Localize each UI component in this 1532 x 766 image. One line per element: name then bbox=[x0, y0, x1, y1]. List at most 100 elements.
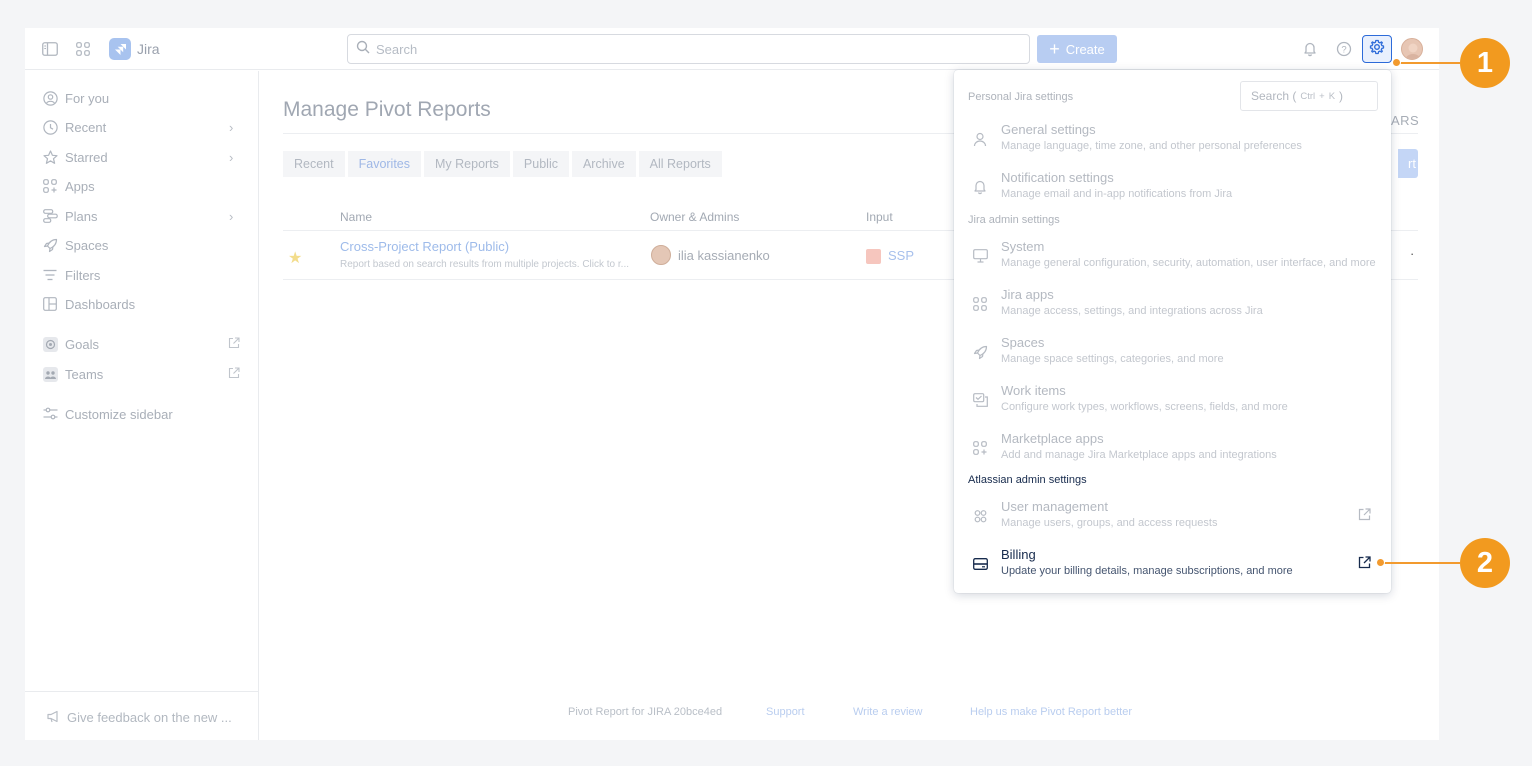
create-label: Create bbox=[1065, 41, 1105, 57]
sidebar-item-filters[interactable]: Filters bbox=[25, 261, 259, 289]
row-more-actions-icon[interactable]: · bbox=[1410, 246, 1414, 261]
user-avatar[interactable] bbox=[1401, 38, 1423, 60]
report-name-link[interactable]: Cross-Project Report (Public) bbox=[340, 239, 509, 254]
menu-item-description: Configure work types, workflows, screens… bbox=[1001, 401, 1288, 413]
give-feedback-button[interactable]: Give feedback on the new ... bbox=[25, 691, 259, 740]
new-report-button-label: rt bbox=[1408, 156, 1416, 171]
menu-item-user-management[interactable]: User management Manage users, groups, an… bbox=[954, 493, 1391, 539]
section-heading-jira-admin: Jira admin settings bbox=[968, 214, 1060, 226]
menu-item-notification-settings[interactable]: Notification settings Manage email and i… bbox=[954, 164, 1391, 210]
menu-item-description: Manage users, groups, and access request… bbox=[1001, 517, 1218, 529]
create-button[interactable]: + Create bbox=[1037, 35, 1117, 63]
help-icon[interactable]: ? bbox=[1334, 39, 1354, 59]
partially-hidden-link[interactable]: ARS bbox=[1391, 113, 1419, 128]
teams-icon bbox=[42, 366, 58, 382]
menu-item-billing[interactable]: Billing Update your billing details, man… bbox=[954, 541, 1391, 587]
search-input[interactable] bbox=[376, 41, 976, 57]
chevron-right-icon[interactable]: › bbox=[229, 120, 233, 135]
menu-item-title: System bbox=[1001, 239, 1045, 254]
users-icon bbox=[971, 507, 989, 525]
person-icon bbox=[971, 130, 989, 148]
jira-logo-icon[interactable] bbox=[109, 38, 131, 60]
menu-item-general-settings[interactable]: General settings Manage language, time z… bbox=[954, 116, 1391, 162]
tab-all-reports[interactable]: All Reports bbox=[638, 151, 722, 177]
sidebar-item-goals[interactable]: Goals bbox=[25, 330, 259, 358]
project-icon bbox=[866, 249, 881, 264]
tab-recent[interactable]: Recent bbox=[283, 151, 345, 177]
sidebar-item-for-you[interactable]: For you bbox=[25, 84, 259, 112]
menu-item-description: Manage general configuration, security, … bbox=[1001, 257, 1376, 269]
input-project-link[interactable]: SSP bbox=[888, 248, 914, 263]
chevron-right-icon[interactable]: › bbox=[229, 209, 233, 224]
sidebar-item-label: Customize sidebar bbox=[65, 407, 173, 422]
menu-item-jira-apps[interactable]: Jira apps Manage access, settings, and i… bbox=[954, 281, 1391, 327]
sidebar-item-plans[interactable]: Plans › bbox=[25, 202, 259, 230]
menu-item-title: General settings bbox=[1001, 122, 1096, 137]
monitor-icon bbox=[971, 247, 989, 265]
menu-item-system[interactable]: System Manage general configuration, sec… bbox=[954, 233, 1391, 279]
sidebar: For you Recent › Starred › Apps Plans › … bbox=[25, 71, 259, 740]
sidebar-item-dashboards[interactable]: Dashboards bbox=[25, 290, 259, 318]
new-report-button[interactable]: rt bbox=[1398, 149, 1418, 178]
filter-icon bbox=[42, 267, 58, 283]
settings-search-button[interactable]: Search ( Ctrl + K ) bbox=[1240, 81, 1378, 111]
global-search-box[interactable] bbox=[347, 34, 1030, 64]
rocket-icon bbox=[42, 237, 58, 253]
sidebar-item-label: Teams bbox=[65, 367, 104, 382]
sidebar-item-apps[interactable]: Apps bbox=[25, 172, 259, 200]
sidebar-item-teams[interactable]: Teams bbox=[25, 360, 259, 388]
notifications-bell-icon[interactable] bbox=[1300, 39, 1320, 59]
callout-badge-2: 2 bbox=[1460, 538, 1510, 588]
add-app-icon bbox=[971, 439, 989, 457]
rocket-icon bbox=[971, 343, 989, 361]
sidebar-item-recent[interactable]: Recent › bbox=[25, 113, 259, 141]
shortcut-plus: + bbox=[1319, 90, 1325, 102]
footer-support-link[interactable]: Support bbox=[766, 706, 805, 718]
tab-favorites[interactable]: Favorites bbox=[347, 151, 422, 177]
tab-my-reports[interactable]: My Reports bbox=[424, 151, 510, 177]
menu-item-title: Spaces bbox=[1001, 335, 1045, 350]
menu-item-work-items[interactable]: Work items Configure work types, workflo… bbox=[954, 377, 1391, 423]
footer-review-link[interactable]: Write a review bbox=[853, 706, 922, 718]
callout-anchor bbox=[1392, 58, 1401, 67]
feedback-label: Give feedback on the new ... bbox=[67, 710, 232, 725]
favorite-star-icon[interactable]: ★ bbox=[288, 248, 302, 268]
menu-item-description: Update your billing details, manage subs… bbox=[1001, 565, 1293, 577]
column-header-owner[interactable]: Owner & Admins bbox=[650, 210, 739, 224]
sidebar-item-label: Goals bbox=[65, 337, 99, 352]
menu-item-title: Work items bbox=[1001, 383, 1066, 398]
page-title: Manage Pivot Reports bbox=[283, 98, 491, 121]
menu-item-marketplace-apps[interactable]: Marketplace apps Add and manage Jira Mar… bbox=[954, 425, 1391, 471]
apps-grid-icon bbox=[42, 178, 58, 194]
app-switcher-icon[interactable] bbox=[73, 39, 93, 59]
column-header-input[interactable]: Input bbox=[866, 210, 893, 224]
shortcut-key-ctrl: Ctrl bbox=[1300, 90, 1316, 102]
external-link-icon bbox=[228, 336, 240, 354]
section-heading-atlassian-admin: Atlassian admin settings bbox=[968, 474, 1087, 486]
dashboard-icon bbox=[42, 296, 58, 312]
column-header-name[interactable]: Name bbox=[340, 210, 372, 224]
sidebar-item-label: Dashboards bbox=[65, 297, 136, 312]
sidebar-item-spaces[interactable]: Spaces bbox=[25, 231, 259, 259]
chevron-right-icon[interactable]: › bbox=[229, 150, 233, 165]
user-circle-icon bbox=[42, 90, 58, 106]
settings-gear-button[interactable] bbox=[1362, 35, 1392, 63]
menu-item-description: Manage language, time zone, and other pe… bbox=[1001, 140, 1302, 152]
menu-item-title: Jira apps bbox=[1001, 287, 1054, 302]
svg-text:?: ? bbox=[1341, 45, 1346, 56]
tab-archive[interactable]: Archive bbox=[571, 151, 636, 177]
settings-dropdown: Search ( Ctrl + K ) Personal Jira settin… bbox=[954, 70, 1391, 593]
sliders-icon bbox=[42, 406, 58, 422]
app-name[interactable]: Jira bbox=[137, 41, 160, 57]
menu-item-description: Add and manage Jira Marketplace apps and… bbox=[1001, 449, 1277, 461]
sidebar-item-customize[interactable]: Customize sidebar bbox=[25, 400, 259, 428]
external-link-icon bbox=[228, 366, 240, 384]
search-icon bbox=[356, 40, 370, 59]
sidebar-item-starred[interactable]: Starred › bbox=[25, 143, 259, 171]
sidebar-item-label: Plans bbox=[65, 209, 98, 224]
section-heading-personal: Personal Jira settings bbox=[968, 91, 1074, 103]
footer-help-link[interactable]: Help us make Pivot Report better bbox=[970, 706, 1132, 718]
tab-public[interactable]: Public bbox=[512, 151, 569, 177]
sidebar-toggle-icon[interactable] bbox=[40, 39, 60, 59]
menu-item-spaces[interactable]: Spaces Manage space settings, categories… bbox=[954, 329, 1391, 375]
